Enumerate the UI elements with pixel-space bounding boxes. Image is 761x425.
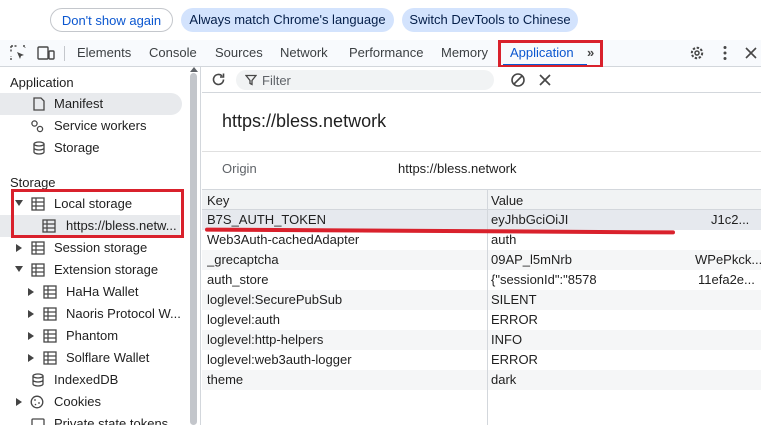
table-row[interactable]: loglevel:web3auth-logger ERROR [202,350,761,370]
table-row[interactable]: auth_store {"sessionId":"8578 11efa2e... [202,270,761,290]
sidebar-item-extension-phantom[interactable]: Phantom [0,325,188,347]
expand-arrow-icon[interactable] [16,244,22,252]
tab-sources[interactable]: Sources [215,40,263,66]
refresh-icon[interactable] [210,71,227,88]
switch-chinese-button[interactable]: Switch DevTools to Chinese [402,8,578,32]
scroll-up-arrow-icon[interactable] [190,67,198,72]
table-grid-icon [43,329,57,343]
settings-gear-icon[interactable] [688,44,706,62]
sidebar-item-session-storage[interactable]: Session storage [0,237,188,259]
table-row[interactable]: _grecaptcha 09AP_l5mNrb WPePkck... [202,250,761,270]
table-header: Key Value [202,189,761,210]
key-column-header[interactable]: Key [207,193,229,208]
sidebar-item-extension-haha-wallet[interactable]: HaHa Wallet [0,281,188,303]
highlight-local-storage [11,189,184,238]
local-storage-pane: https://bless.network Origin https://ble… [202,67,761,425]
application-section-title: Application [10,75,74,90]
origin-value: https://bless.network [398,161,517,176]
expand-arrow-icon[interactable] [15,266,23,272]
table-grid-icon [43,285,57,299]
filter-field[interactable] [236,70,494,90]
clear-all-icon[interactable] [510,72,526,88]
filter-input[interactable] [262,72,482,88]
sidebar-item-storage[interactable]: Storage [0,137,188,159]
table-grid-icon [43,351,57,365]
table-row[interactable]: theme dark [202,370,761,390]
highlight-application-tab [498,40,603,68]
table-grid-icon [31,263,45,277]
value-column-header[interactable]: Value [491,193,523,208]
table-row[interactable]: loglevel:http-helpers INFO [202,330,761,350]
sidebar-scrollbar-thumb[interactable] [190,73,197,425]
table-row[interactable]: loglevel:auth ERROR [202,310,761,330]
origin-divider [202,151,761,152]
tab-elements[interactable]: Elements [77,40,131,66]
delete-selected-icon[interactable] [538,73,552,87]
origin-heading: https://bless.network [222,111,387,131]
expand-arrow-icon[interactable] [16,398,22,406]
sidebar-item-extension-storage[interactable]: Extension storage [0,259,188,281]
database-icon [32,373,44,387]
tab-network[interactable]: Network [280,40,328,66]
expand-arrow-icon[interactable] [28,354,34,362]
sidebar-item-extension-naoris[interactable]: Naoris Protocol W... [0,303,188,325]
table-grid-icon [31,241,45,255]
application-sidebar: Application Manifest Service workers Sto… [0,67,201,425]
expand-arrow-icon[interactable] [28,332,34,340]
storage-section-title: Storage [10,175,56,190]
devtools-toolbar: Elements Console Sources Network Perform… [0,40,761,67]
sidebar-item-cookies[interactable]: Cookies [0,391,188,413]
more-options-icon[interactable] [716,44,734,62]
toolbar-divider [64,46,65,61]
tab-console[interactable]: Console [149,40,197,66]
gears-icon [31,120,44,133]
table-row[interactable]: loglevel:SecurePubSub SILENT [202,290,761,310]
close-devtools-icon[interactable] [742,44,760,62]
tab-memory[interactable]: Memory [441,40,488,66]
cookie-icon [30,395,44,409]
sidebar-item-service-workers[interactable]: Service workers [0,115,188,137]
language-banner: Don't show again Always match Chrome's l… [0,0,761,40]
dont-show-again-button[interactable]: Don't show again [50,8,173,32]
expand-arrow-icon[interactable] [28,310,34,318]
token-icon [31,418,45,425]
tab-performance[interactable]: Performance [349,40,423,66]
sidebar-item-private-state-tokens[interactable]: Private state tokens [0,413,188,425]
column-divider[interactable] [487,189,488,425]
sidebar-item-extension-solflare[interactable]: Solflare Wallet [0,347,188,369]
storage-filter-bar [202,67,761,93]
document-icon [33,97,45,111]
table-grid-icon [43,307,57,321]
sidebar-item-indexeddb[interactable]: IndexedDB [0,369,188,391]
expand-arrow-icon[interactable] [28,288,34,296]
device-toolbar-icon[interactable] [37,44,55,62]
table-row[interactable]: B7S_AUTH_TOKEN eyJhbGciOiJI J1c2... [202,210,761,230]
filter-funnel-icon [245,74,257,86]
match-language-button[interactable]: Always match Chrome's language [181,8,394,32]
database-icon [33,141,45,155]
inspect-element-icon[interactable] [9,44,27,62]
origin-label: Origin [222,161,257,176]
sidebar-item-manifest[interactable]: Manifest [0,93,182,115]
